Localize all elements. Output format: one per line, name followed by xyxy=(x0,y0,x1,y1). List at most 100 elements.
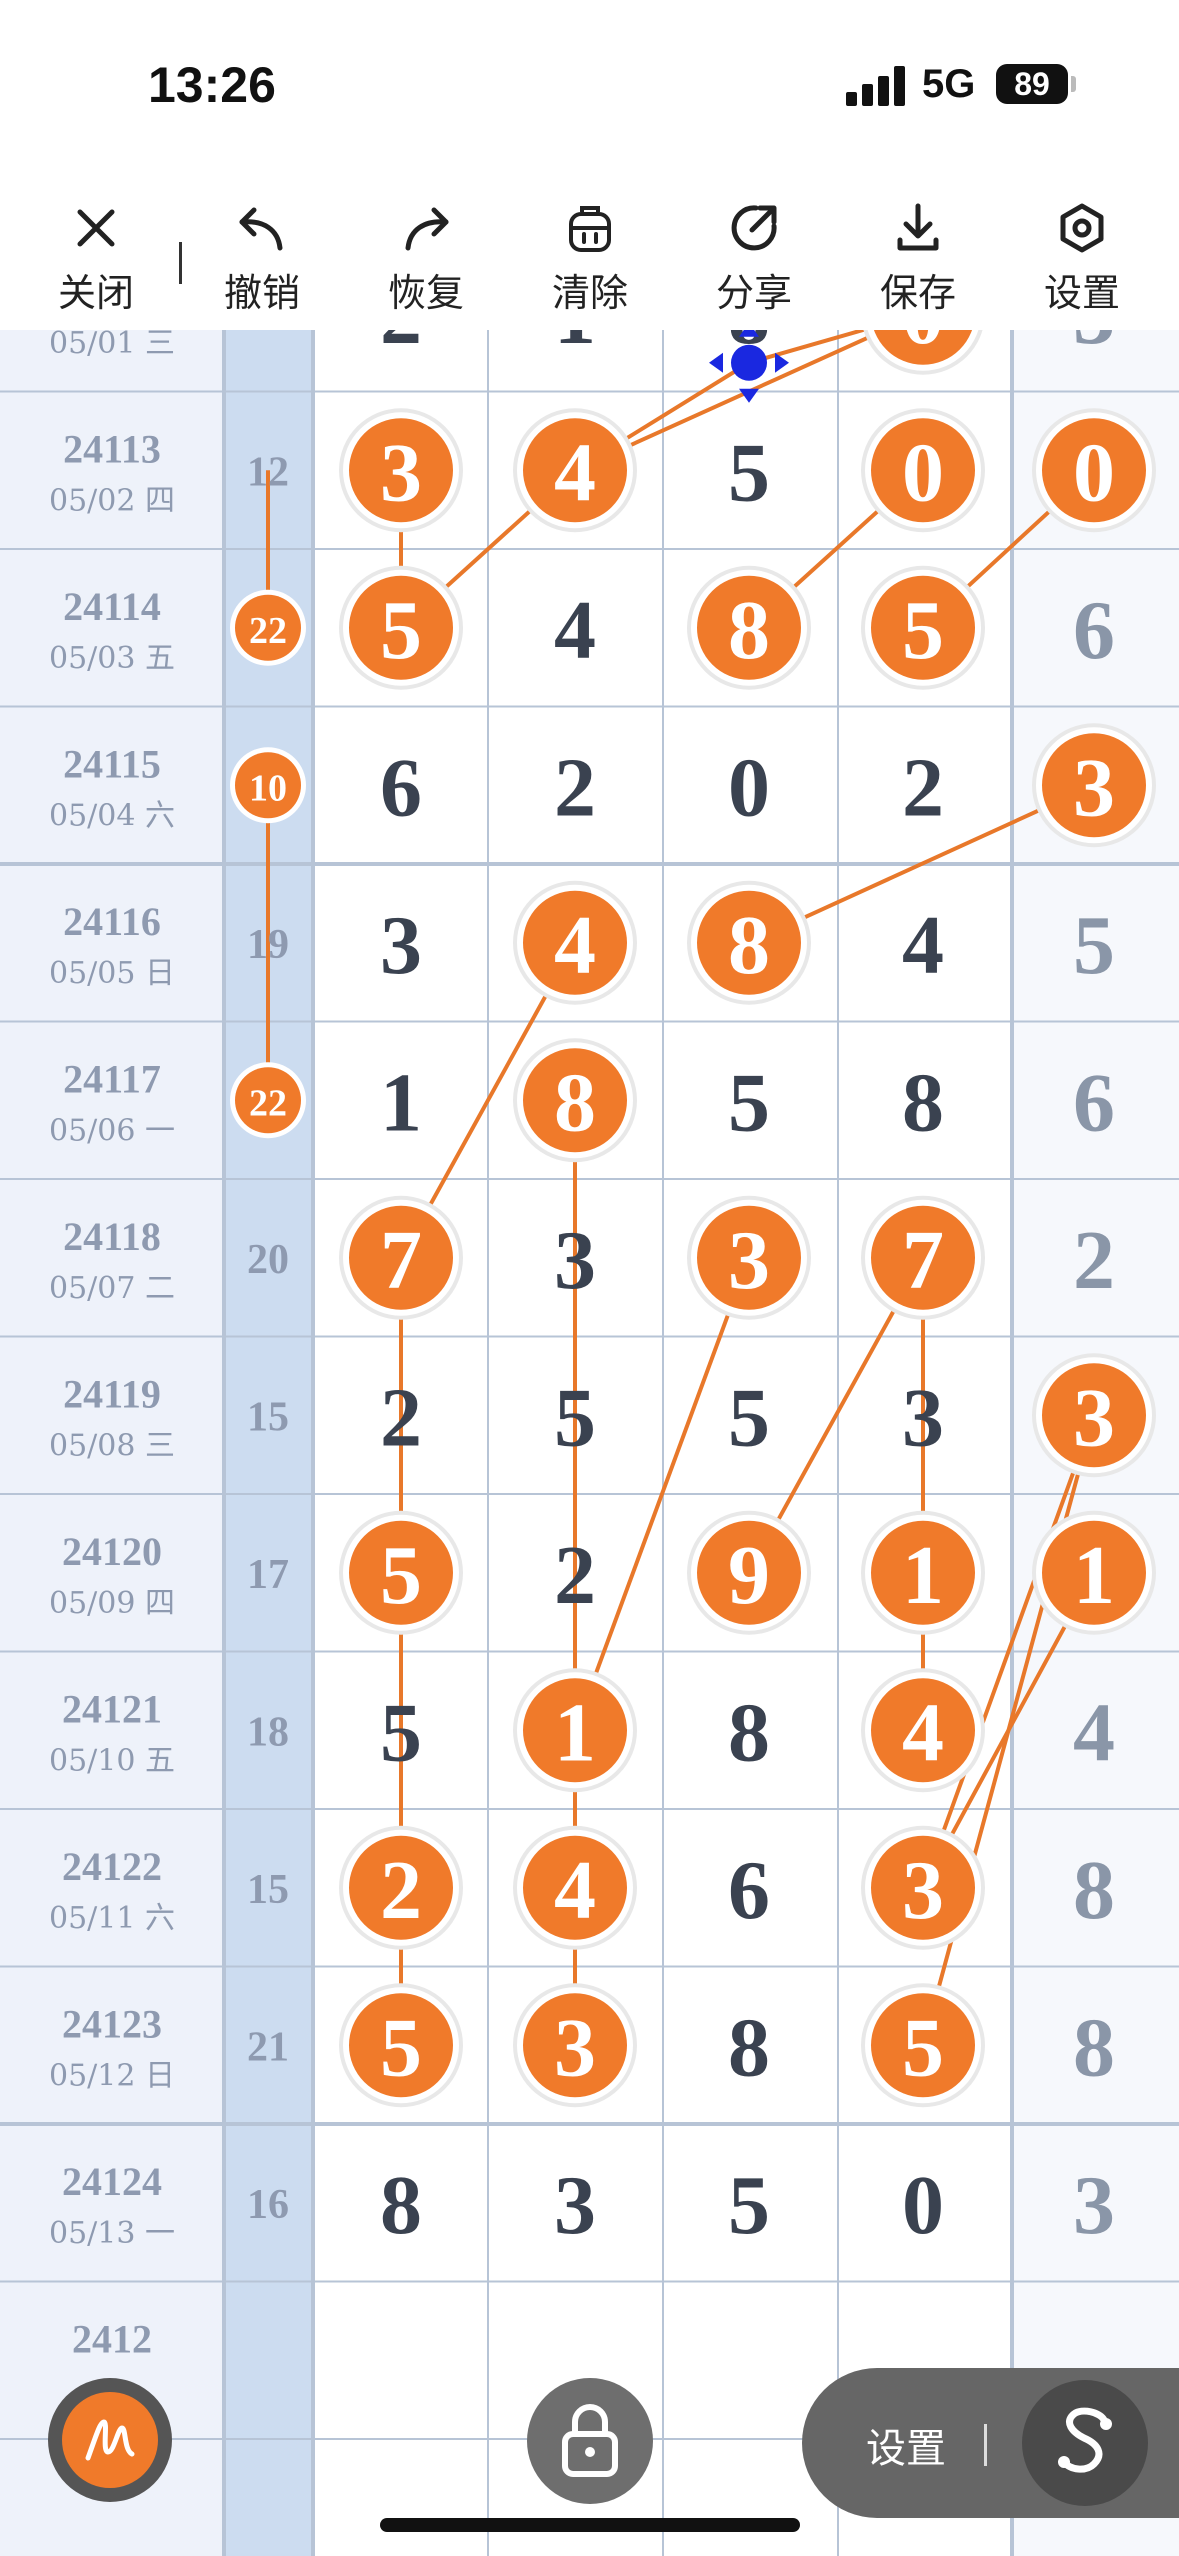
close-button[interactable]: 关闭 xyxy=(36,200,156,320)
settings-label: 设置 xyxy=(1043,271,1120,315)
digit-value[interactable]: 3 xyxy=(554,2001,596,2094)
arrow-right-icon xyxy=(775,352,789,373)
lock-button[interactable] xyxy=(527,2378,653,2504)
digit-value[interactable]: 5 xyxy=(380,1529,422,1622)
digit-value[interactable]: 3 xyxy=(902,1844,944,1937)
digit-value[interactable]: 0 xyxy=(1073,426,1115,519)
digit-value[interactable]: 8 xyxy=(728,1686,770,1779)
trend-chart-svg[interactable]: 2411205/01 三11218032411305/02 四123450024… xyxy=(0,330,1179,2556)
digit-value[interactable]: 5 xyxy=(728,1056,770,1149)
digit-value[interactable]: 1 xyxy=(1073,1529,1115,1622)
digit-value[interactable]: 8 xyxy=(728,899,770,992)
digit-value[interactable]: 5 xyxy=(728,426,770,519)
battery-tip xyxy=(1071,76,1076,92)
digit-value[interactable]: 3 xyxy=(902,1371,944,1464)
share-icon xyxy=(731,205,777,251)
digit-value[interactable]: 3 xyxy=(554,2159,596,2252)
period-number: 24115 xyxy=(63,741,161,786)
period-number: 24118 xyxy=(63,1214,161,1259)
share-label: 分享 xyxy=(715,271,792,315)
download-icon xyxy=(897,203,939,251)
digit-value[interactable]: 0 xyxy=(902,330,944,362)
digit-value[interactable]: 9 xyxy=(728,1529,770,1622)
period-number: 24113 xyxy=(63,426,161,471)
digit-value[interactable]: 3 xyxy=(380,899,422,992)
digit-value[interactable]: 2 xyxy=(380,1844,422,1937)
digit-value[interactable]: 4 xyxy=(554,1844,596,1937)
digit-value[interactable]: 4 xyxy=(554,426,596,519)
digit-value[interactable]: 4 xyxy=(554,584,596,677)
share-button[interactable]: 分享 xyxy=(694,200,814,320)
digit-value[interactable]: 4 xyxy=(902,899,944,992)
digit-value[interactable]: 0 xyxy=(902,426,944,519)
digit-value[interactable]: 5 xyxy=(1073,899,1115,992)
digit-value[interactable]: 2 xyxy=(554,741,596,834)
digit-value[interactable]: 1 xyxy=(554,330,596,362)
bottom-settings-button[interactable]: 设置 xyxy=(866,2416,946,2474)
sum-value: 20 xyxy=(247,1237,289,1283)
digit-value[interactable]: 3 xyxy=(728,1214,770,1307)
digit-value[interactable]: 5 xyxy=(902,584,944,677)
digit-value[interactable]: 3 xyxy=(1073,2159,1115,2252)
digit-value[interactable]: 2 xyxy=(902,741,944,834)
clear-button[interactable]: 清除 xyxy=(530,200,650,320)
gear-icon xyxy=(1060,203,1104,253)
digit-value[interactable]: 8 xyxy=(380,2159,422,2252)
switch-button[interactable] xyxy=(1022,2380,1148,2506)
bottom-settings-pill: 设置 xyxy=(802,2368,1179,2518)
digit-value[interactable]: 4 xyxy=(902,1686,944,1779)
digit-value[interactable]: 4 xyxy=(1073,1686,1115,1779)
digit-value[interactable]: 7 xyxy=(380,1214,422,1307)
digit-value[interactable]: 8 xyxy=(1073,2001,1115,2094)
digit-value[interactable]: 3 xyxy=(1073,330,1115,362)
digit-value[interactable]: 3 xyxy=(380,426,422,519)
digit-value[interactable]: 5 xyxy=(554,1371,596,1464)
toolbar: 关闭 撤销 恢复 清除 分享 保存 设置 xyxy=(0,170,1179,330)
pen-icon-bg xyxy=(62,2392,158,2488)
digit-value[interactable]: 5 xyxy=(380,1686,422,1779)
digit-value[interactable]: 0 xyxy=(728,741,770,834)
digit-value[interactable]: 6 xyxy=(380,741,422,834)
digit-value[interactable]: 6 xyxy=(1073,1056,1115,1149)
settings-button[interactable]: 设置 xyxy=(1022,200,1142,320)
digit-value[interactable]: 5 xyxy=(728,1371,770,1464)
digit-value[interactable]: 4 xyxy=(554,899,596,992)
digit-value[interactable]: 5 xyxy=(902,2001,944,2094)
digit-value[interactable]: 1 xyxy=(554,1686,596,1779)
digit-value[interactable]: 1 xyxy=(902,1529,944,1622)
s-curve-icon xyxy=(1058,2407,1112,2473)
save-button[interactable]: 保存 xyxy=(858,200,978,320)
digit-value[interactable]: 2 xyxy=(1073,1214,1115,1307)
digit-value[interactable]: 3 xyxy=(554,1214,596,1307)
digit-value[interactable]: 0 xyxy=(902,2159,944,2252)
undo-button[interactable]: 撤销 xyxy=(202,200,322,320)
drag-handle[interactable] xyxy=(731,344,767,381)
digit-value[interactable]: 8 xyxy=(728,2001,770,2094)
digit-value[interactable]: 5 xyxy=(380,2001,422,2094)
digit-value[interactable]: 5 xyxy=(728,2159,770,2252)
period-date: 05/03 五 xyxy=(49,641,175,676)
digit-value[interactable]: 2 xyxy=(380,330,422,362)
signal-icon xyxy=(846,66,908,106)
digit-value[interactable]: 5 xyxy=(380,584,422,677)
period-number: 2412 xyxy=(72,2316,152,2361)
sum-value: 21 xyxy=(247,2024,289,2070)
digit-value[interactable]: 8 xyxy=(902,1056,944,1149)
digit-value[interactable]: 1 xyxy=(380,1056,422,1149)
digit-value[interactable]: 6 xyxy=(1073,584,1115,677)
sum-value: 22 xyxy=(249,1082,287,1124)
digit-value[interactable]: 7 xyxy=(902,1214,944,1307)
period-number: 24123 xyxy=(62,2001,162,2046)
redo-button[interactable]: 恢复 xyxy=(366,200,486,320)
digit-value[interactable]: 8 xyxy=(728,584,770,677)
digit-value[interactable]: 2 xyxy=(554,1529,596,1622)
sum-value: 11 xyxy=(248,330,288,338)
digit-value[interactable]: 2 xyxy=(380,1371,422,1464)
digit-value[interactable]: 8 xyxy=(1073,1844,1115,1937)
digit-value[interactable]: 8 xyxy=(554,1056,596,1149)
draw-mode-button[interactable] xyxy=(48,2378,172,2502)
digit-value[interactable]: 6 xyxy=(728,1844,770,1937)
digit-value[interactable]: 3 xyxy=(1073,1371,1115,1464)
digit-value[interactable]: 3 xyxy=(1073,741,1115,834)
period-number: 24117 xyxy=(63,1056,161,1101)
